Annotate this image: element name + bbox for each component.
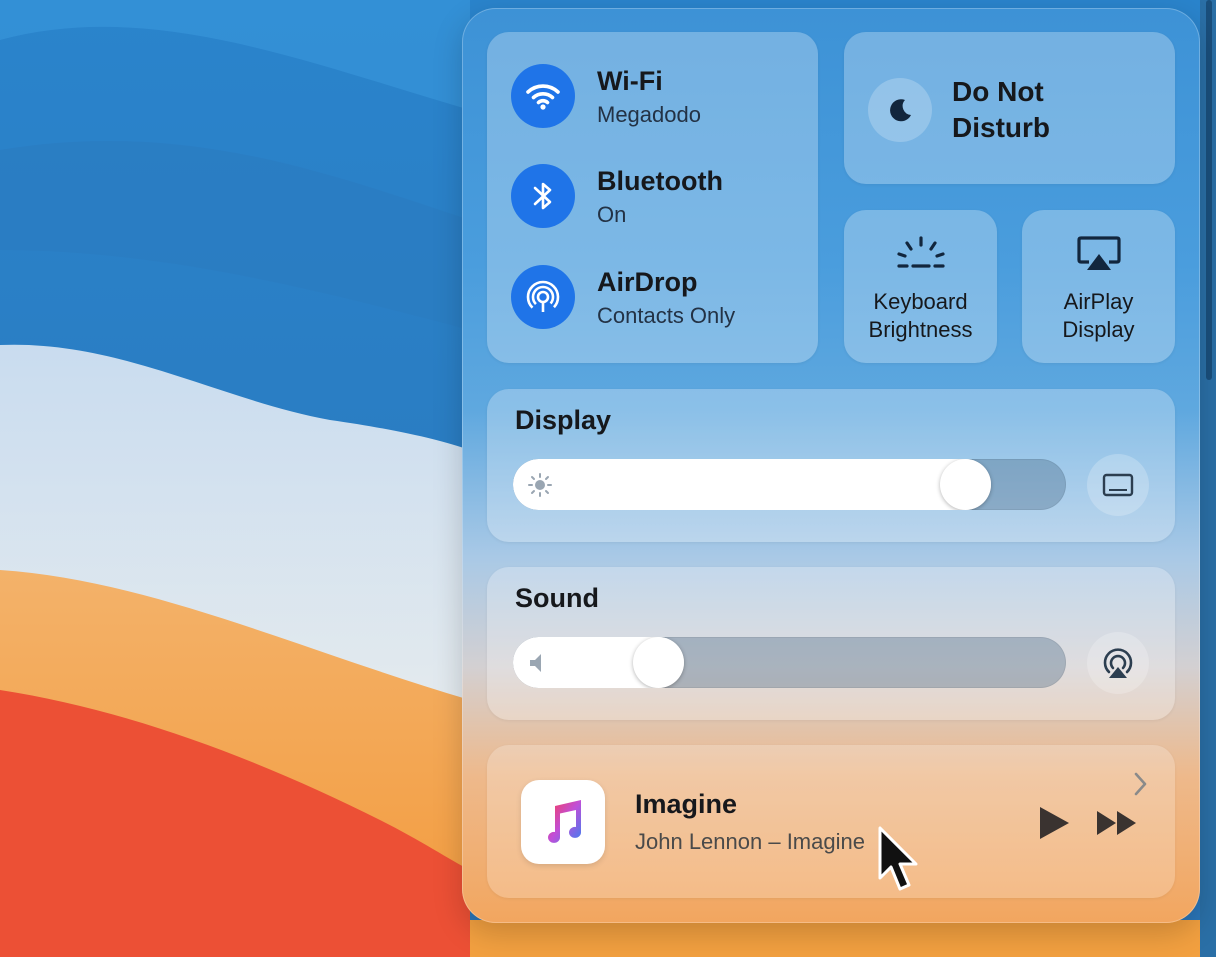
do-not-disturb-line2: Disturb xyxy=(952,112,1050,143)
play-icon xyxy=(1040,807,1069,839)
music-note-icon xyxy=(548,800,582,843)
mouse-cursor-icon xyxy=(876,826,922,901)
network-tile: Wi-Fi Megadodo Bluetooth On AirDrop Cont… xyxy=(487,32,818,363)
airplay-display-label: AirPlay Display xyxy=(1022,288,1175,344)
airplay-display-icon xyxy=(1022,234,1175,278)
sound-tile: Sound xyxy=(487,567,1175,720)
wifi-icon[interactable] xyxy=(511,64,575,128)
keyboard-brightness-line2: Brightness xyxy=(868,317,973,342)
do-not-disturb-label: Do Not Disturb xyxy=(952,74,1152,146)
wifi-title: Wi-Fi xyxy=(597,66,663,96)
bluetooth-title: Bluetooth xyxy=(597,166,723,196)
airdrop-title: AirDrop xyxy=(597,267,698,297)
display-slider-fill xyxy=(513,459,991,510)
speaker-icon xyxy=(527,650,553,676)
wifi-toggle[interactable]: Wi-Fi Megadodo xyxy=(511,64,811,130)
song-title: Imagine xyxy=(635,789,738,819)
volume-slider-knob[interactable] xyxy=(633,637,684,688)
keyboard-brightness-label: Keyboard Brightness xyxy=(844,288,997,344)
airdrop-icon[interactable] xyxy=(511,265,575,329)
fast-forward-icon xyxy=(1097,811,1136,835)
sound-title: Sound xyxy=(515,583,599,613)
chevron-right-icon[interactable] xyxy=(1132,771,1148,802)
play-button[interactable] xyxy=(1037,805,1071,846)
control-center-panel: Wi-Fi Megadodo Bluetooth On AirDrop Cont… xyxy=(462,8,1200,923)
bluetooth-status: On xyxy=(597,202,627,227)
display-tile: Display xyxy=(487,389,1175,542)
fast-forward-button[interactable] xyxy=(1095,809,1139,842)
audio-output-button[interactable] xyxy=(1087,632,1149,694)
bluetooth-toggle[interactable]: Bluetooth On xyxy=(511,164,811,230)
keyboard-brightness-tile[interactable]: Keyboard Brightness xyxy=(844,210,997,363)
wifi-network-name: Megadodo xyxy=(597,102,701,127)
display-brightness-slider[interactable] xyxy=(513,459,1066,510)
keyboard-brightness-icon xyxy=(844,234,997,278)
do-not-disturb-tile[interactable]: Do Not Disturb xyxy=(844,32,1175,184)
sun-icon xyxy=(527,472,553,498)
music-app-icon[interactable] xyxy=(521,780,605,864)
moon-icon[interactable] xyxy=(868,78,932,142)
airplay-display-line1: AirPlay xyxy=(1063,289,1134,314)
airplay-display-tile[interactable]: AirPlay Display xyxy=(1022,210,1175,363)
airplay-audio-icon xyxy=(1103,648,1133,678)
airdrop-status: Contacts Only xyxy=(597,303,736,328)
artist-album: John Lennon – Imagine xyxy=(635,829,865,854)
bluetooth-icon[interactable] xyxy=(511,164,575,228)
volume-slider[interactable] xyxy=(513,637,1066,688)
airdrop-toggle[interactable]: AirDrop Contacts Only xyxy=(511,265,811,331)
now-playing-tile[interactable]: Imagine John Lennon – Imagine xyxy=(487,745,1175,898)
display-settings-button[interactable] xyxy=(1087,454,1149,516)
display-title: Display xyxy=(515,405,612,435)
keyboard-brightness-line1: Keyboard xyxy=(873,289,968,314)
do-not-disturb-line1: Do Not xyxy=(952,76,1044,107)
airplay-display-line2: Display xyxy=(1062,317,1135,342)
display-slider-knob[interactable] xyxy=(940,459,991,510)
display-icon xyxy=(1102,473,1134,497)
